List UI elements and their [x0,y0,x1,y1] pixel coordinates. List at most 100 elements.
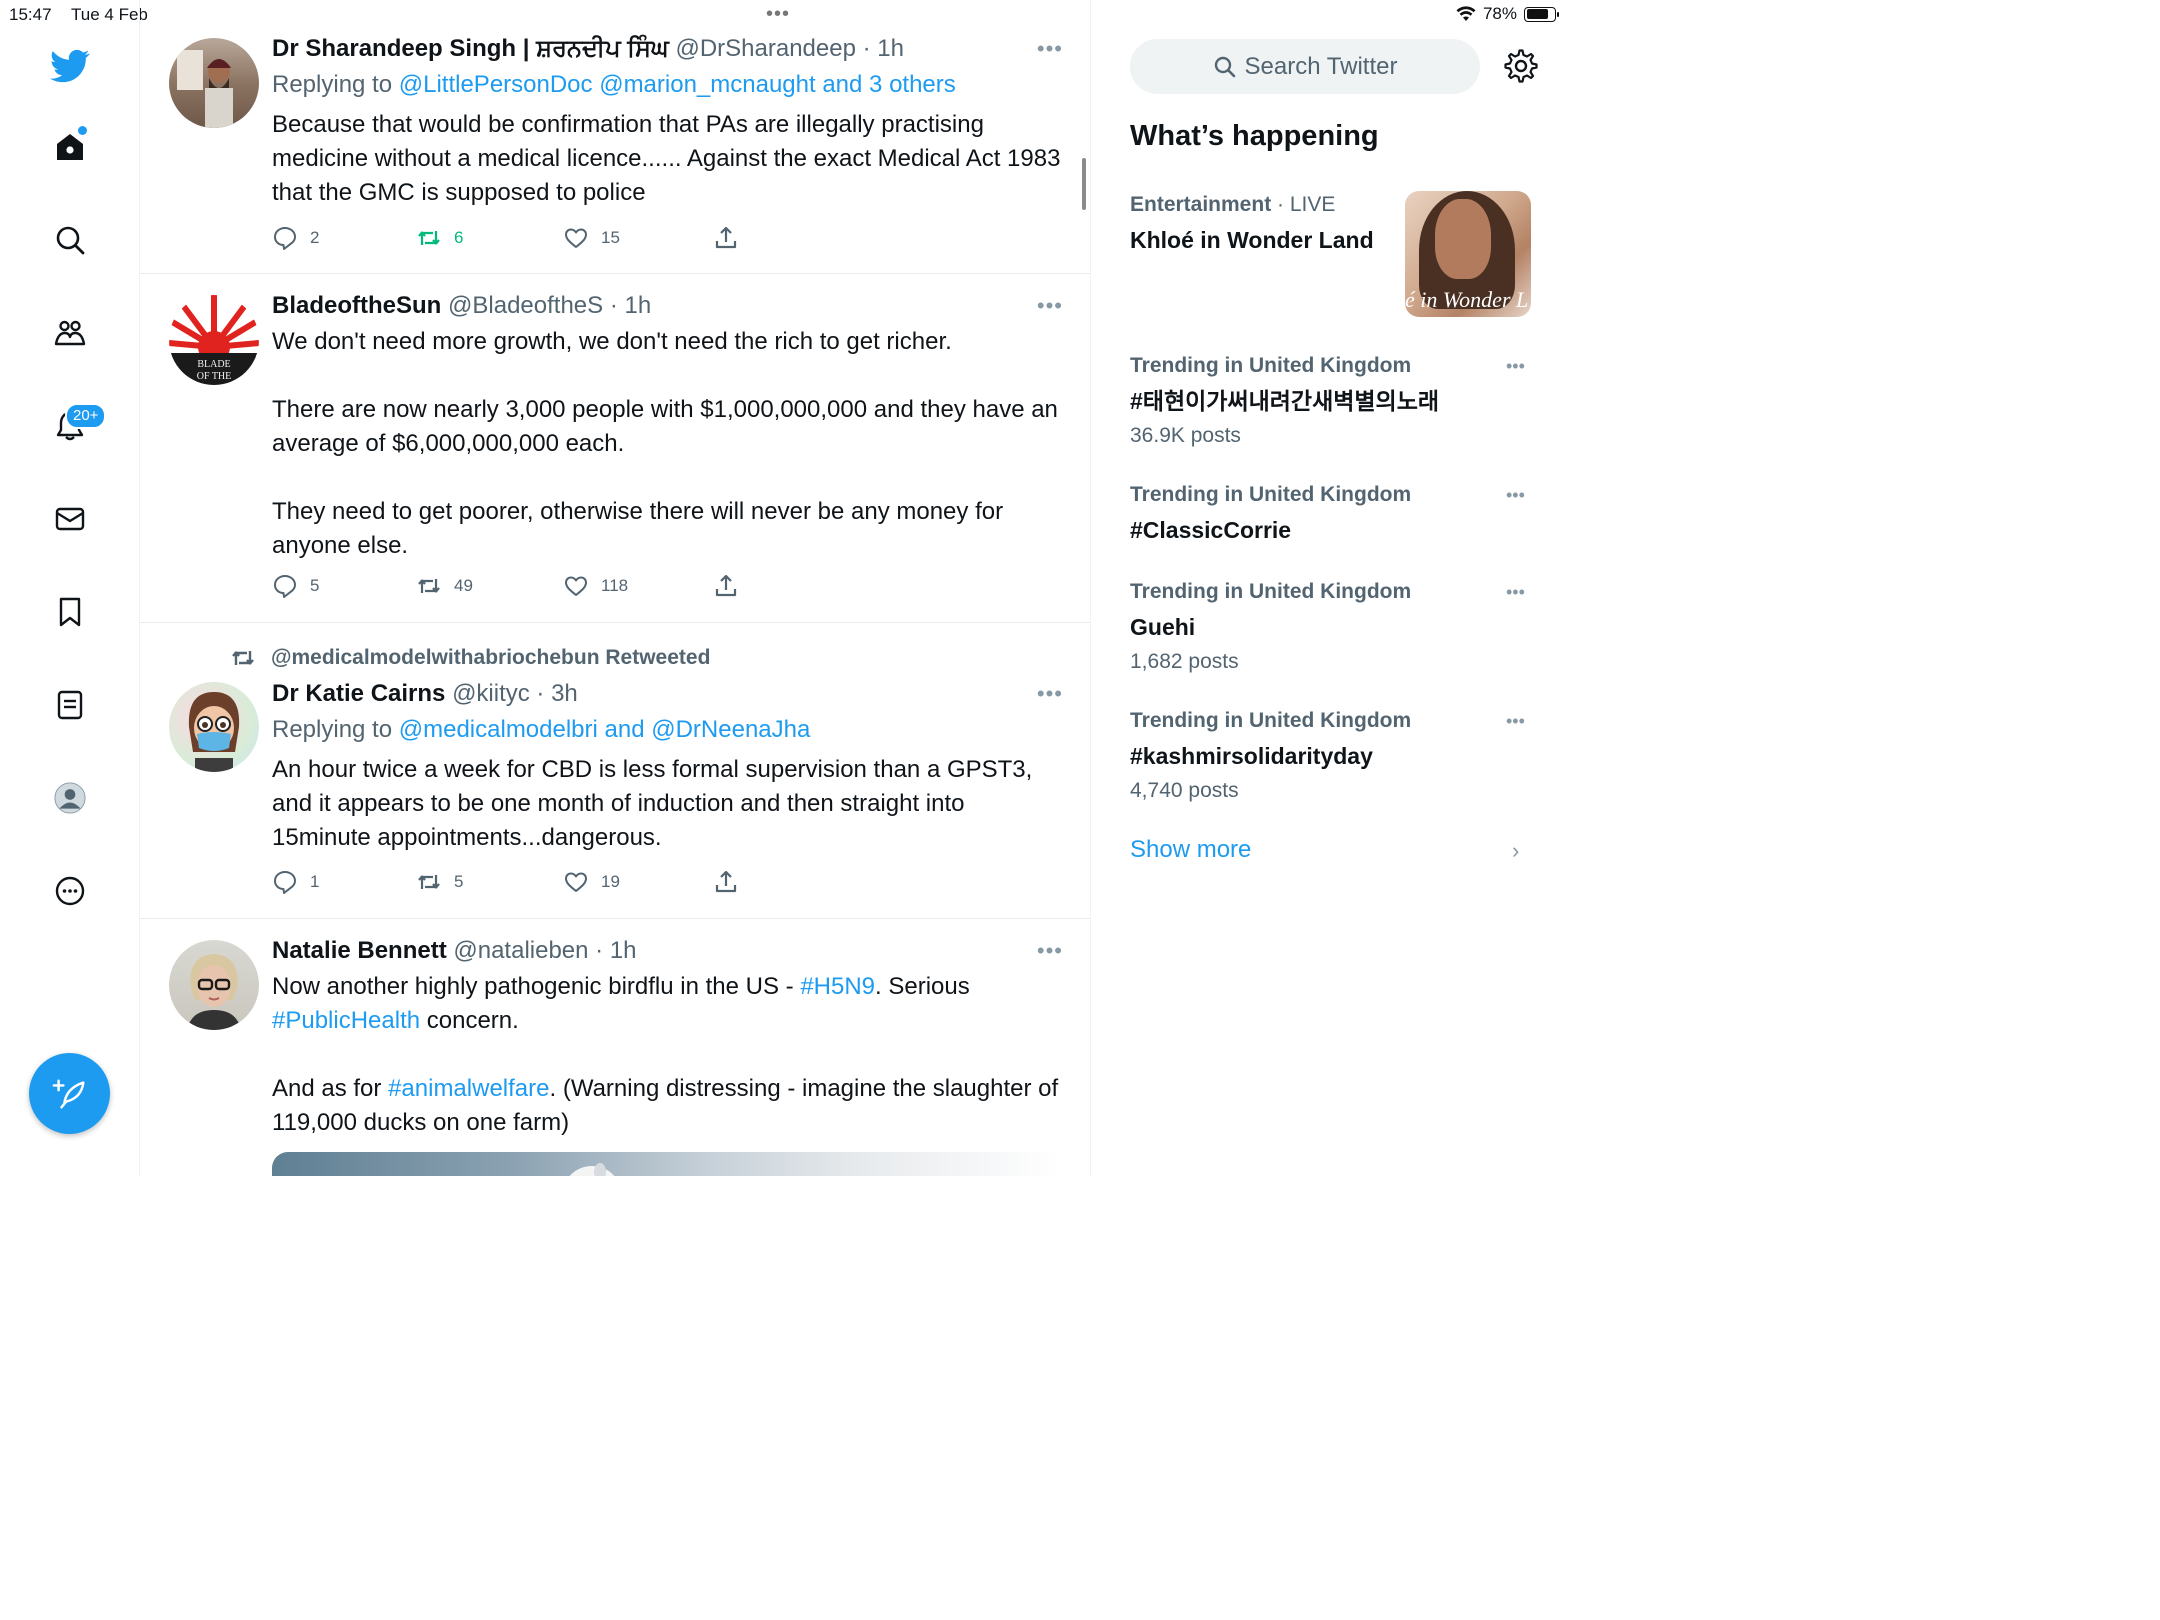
retweet-button[interactable]: 5 [416,869,463,895]
retweeted-by[interactable]: @medicalmodelwithabriochebun Retweeted [229,645,710,671]
reply-count: 1 [310,872,320,891]
compose-tweet-button[interactable] [29,1053,110,1134]
trend-category: Trending in United Kingdom [1130,354,1412,377]
avatar[interactable] [169,940,259,1030]
trend-more-icon[interactable]: ••• [1506,711,1525,732]
chevron-right-icon[interactable]: › [1512,838,1519,864]
avatar[interactable]: BLADE OF THE [169,295,259,385]
like-count: 118 [601,576,629,595]
retweet-button[interactable]: 6 [416,225,463,251]
avatar[interactable] [169,38,259,128]
reply-context: Replying to @medicalmodelbri and @DrNeen… [272,716,811,743]
search-placeholder: Search Twitter [1244,52,1398,80]
like-icon [565,228,587,248]
nav-communities[interactable] [47,310,93,356]
nav-lists[interactable] [47,682,93,728]
timeline: Dr Sharandeep Singh | ਸ਼ਰਨਦੀਪ ਸਿੰਘ @DrSh… [140,0,1091,1176]
trend-title: #ClassicCorrie [1130,517,1292,543]
more-options-icon[interactable]: ••• [1037,938,1063,964]
nav-profile[interactable] [47,775,93,821]
retweet-count: 49 [454,576,473,595]
trend-category: Entertainment [1130,193,1272,216]
hashtag-link[interactable]: #animalwelfare [388,1075,549,1102]
trend-item[interactable]: Trending in United Kingdom #kashmirsolid… [1130,708,1530,804]
tweet[interactable]: Natalie Bennett @natalieben · 1h Now ano… [140,919,1090,1176]
twitter-logo-icon[interactable] [50,46,90,86]
profile-icon [54,782,86,814]
thumbnail-text: é in Wonder L [1405,287,1529,312]
trend-count: 36.9K posts [1130,424,1241,447]
trend-item[interactable]: Trending in United Kingdom Guehi 1,682 p… [1130,579,1530,675]
settings-button[interactable] [1504,49,1538,83]
reply-icon [274,871,296,894]
live-label: LIVE [1289,193,1336,216]
like-button[interactable]: 15 [563,225,620,251]
unread-dot [78,126,87,135]
trend-more-icon[interactable]: ••• [1506,582,1525,603]
sidebar: Search Twitter What’s happening Entertai… [1092,0,1568,1176]
share-icon [715,870,737,893]
reply-context: Replying to @LittlePersonDoc @marion_mcn… [272,71,956,98]
like-icon [565,576,587,596]
author-name[interactable]: Natalie Bennett [272,937,447,964]
like-icon [565,872,587,892]
nav-messages[interactable] [47,496,93,542]
avatar[interactable] [169,682,259,772]
retweet-button[interactable]: 49 [416,573,473,599]
communities-icon [54,320,86,346]
tweet[interactable]: BLADE OF THE BladeoftheSun @BladeoftheS … [140,274,1090,623]
trend-title: #태현이가써내려간새벽별의노래 [1130,388,1440,414]
tweet-media-image[interactable] [272,1152,1062,1176]
more-options-icon[interactable]: ••• [1037,293,1063,319]
tweet-text: Because that would be confirmation that … [272,111,1061,206]
show-more-link[interactable]: Show more [1130,836,1251,864]
trend-count: 1,682 posts [1130,650,1239,673]
lists-icon [57,690,83,720]
trend-category: Trending in United Kingdom [1130,483,1412,506]
retweet-icon [418,231,440,245]
author-handle[interactable]: @BladeoftheS · 1h [448,292,651,319]
nav-bookmarks[interactable] [47,589,93,635]
reply-button[interactable]: 5 [272,573,319,599]
like-button[interactable]: 19 [563,869,620,895]
author-handle[interactable]: @DrSharandeep · 1h [675,35,904,62]
tweet-text: Now another highly pathogenic birdflu in… [272,973,1059,1136]
reply-mentions-link[interactable]: @medicalmodelbri and @DrNeenaJha [399,716,811,743]
trend-more-icon[interactable]: ••• [1506,356,1525,377]
hashtag-link[interactable]: #PublicHealth [272,1007,420,1034]
nav-explore[interactable] [47,217,93,263]
tweet[interactable]: @medicalmodelwithabriochebun Retweeted D… [140,623,1090,919]
reply-button[interactable]: 1 [272,869,319,895]
nav-more[interactable] [47,868,93,914]
reply-button[interactable]: 2 [272,225,319,251]
author-name[interactable]: BladeoftheSun [272,292,441,319]
share-button[interactable] [713,225,739,251]
hashtag-link[interactable]: #H5N9 [800,973,875,1000]
bookmarks-icon [59,597,81,627]
trend-thumbnail[interactable]: é in Wonder L [1405,191,1531,317]
more-options-icon[interactable]: ••• [1037,681,1063,707]
more-icon [55,876,85,906]
share-button[interactable] [713,869,739,895]
share-button[interactable] [713,573,739,599]
tweet-text: An hour twice a week for CBD is less for… [272,756,1033,851]
like-button[interactable]: 118 [563,573,628,599]
trend-item[interactable]: Trending in United Kingdom #태현이가써내려간새벽별의… [1130,353,1530,449]
gear-icon [1504,49,1538,83]
retweet-icon [232,651,254,665]
more-options-icon[interactable]: ••• [1037,36,1063,62]
share-icon [715,574,737,597]
author-handle[interactable]: @natalieben · 1h [453,937,636,964]
trend-item[interactable]: Trending in United Kingdom #ClassicCorri… [1130,482,1530,545]
author-name[interactable]: Dr Katie Cairns [272,680,445,707]
search-input[interactable]: Search Twitter [1130,39,1480,94]
trend-more-icon[interactable]: ••• [1506,485,1525,506]
tweet[interactable]: Dr Sharandeep Singh | ਸ਼ਰਨਦੀਪ ਸਿੰਘ @DrSh… [140,0,1090,274]
scroll-indicator[interactable] [1082,158,1086,210]
author-handle[interactable]: @kiityc · 3h [452,680,578,707]
reply-count: 5 [310,576,320,595]
author-name[interactable]: Dr Sharandeep Singh | ਸ਼ਰਨਦੀਪ ਸਿੰਘ [272,35,669,62]
retweet-count: 5 [454,872,464,891]
like-count: 15 [601,228,620,247]
reply-mentions-link[interactable]: @LittlePersonDoc @marion_mcnaught and 3 … [399,71,956,98]
